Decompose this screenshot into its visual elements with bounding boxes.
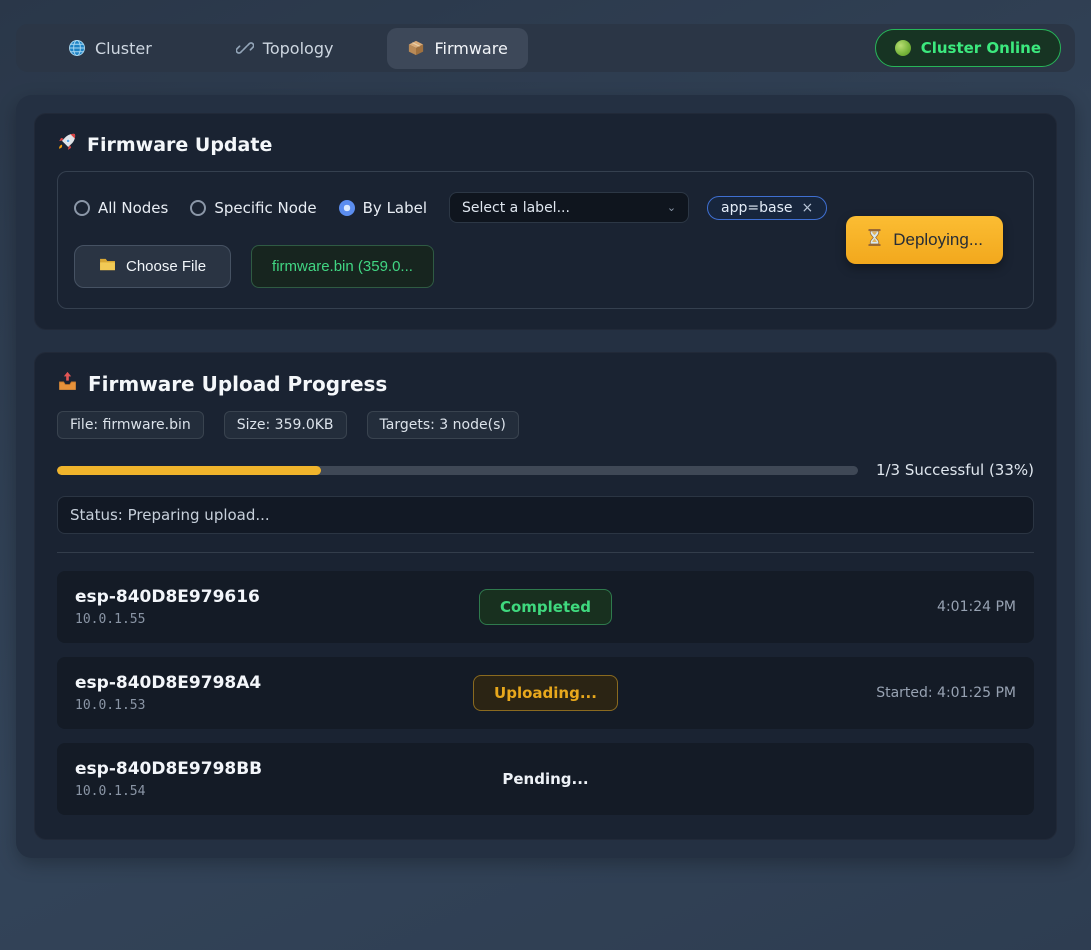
meta-file: File: firmware.bin <box>57 411 204 439</box>
deploy-button-label: Deploying... <box>893 230 983 250</box>
upload-meta: File: firmware.bin Size: 359.0KB Targets… <box>57 411 1034 439</box>
radio-icon <box>339 200 355 216</box>
upload-tray-icon <box>57 371 78 397</box>
cluster-online-label: Cluster Online <box>921 39 1041 57</box>
card-title-text: Firmware Update <box>87 134 272 156</box>
label-select-value: Select a label... <box>462 200 570 216</box>
nav-item-topology[interactable]: Topology <box>216 28 354 69</box>
node-info: esp-840D8E9798A4 10.0.1.53 <box>75 673 473 713</box>
selected-file-button[interactable]: firmware.bin (359.0... <box>251 245 434 288</box>
nav-item-firmware[interactable]: Firmware <box>387 28 527 69</box>
node-name: esp-840D8E9798BB <box>75 759 498 779</box>
firmware-update-card: Firmware Update All Nodes Specific Node … <box>34 113 1057 330</box>
upload-progress-title: Firmware Upload Progress <box>57 371 1034 397</box>
radio-icon <box>74 200 90 216</box>
node-ip: 10.0.1.54 <box>75 784 498 799</box>
package-icon <box>407 39 425 57</box>
cluster-online-badge[interactable]: Cluster Online <box>875 29 1061 67</box>
label-chip[interactable]: app=base × <box>707 196 827 220</box>
progress-fill <box>57 466 321 475</box>
status-box: Status: Preparing upload... <box>57 496 1034 534</box>
card-title-text: Firmware Upload Progress <box>88 372 387 396</box>
nav-item-label: Firmware <box>434 39 507 58</box>
firmware-update-form: All Nodes Specific Node By Label Select … <box>57 171 1034 309</box>
node-time: 4:01:24 PM <box>612 599 1016 615</box>
meta-targets: Targets: 3 node(s) <box>367 411 519 439</box>
choose-file-button[interactable]: Choose File <box>74 245 231 288</box>
meta-size: Size: 359.0KB <box>224 411 347 439</box>
link-icon <box>236 39 254 57</box>
node-row: esp-840D8E9798BB 10.0.1.54 Pending... <box>57 743 1034 815</box>
node-row: esp-840D8E9798A4 10.0.1.53 Uploading... … <box>57 657 1034 729</box>
node-name: esp-840D8E9798A4 <box>75 673 473 693</box>
node-ip: 10.0.1.55 <box>75 612 479 627</box>
nav-item-cluster[interactable]: Cluster <box>48 28 172 69</box>
label-chip-text: app=base <box>721 200 792 216</box>
status-badge: Completed <box>479 589 612 625</box>
status-badge: Uploading... <box>473 675 618 711</box>
radio-all-nodes[interactable]: All Nodes <box>74 199 168 217</box>
deploy-button[interactable]: Deploying... <box>846 216 1003 264</box>
node-info: esp-840D8E9798BB 10.0.1.54 <box>75 759 498 799</box>
main-container: Firmware Update All Nodes Specific Node … <box>16 95 1075 858</box>
radio-label: Specific Node <box>214 199 316 217</box>
nav-item-label: Topology <box>263 39 334 58</box>
progress-label: 1/3 Successful (33%) <box>876 461 1034 479</box>
node-info: esp-840D8E979616 10.0.1.55 <box>75 587 479 627</box>
radio-by-label[interactable]: By Label <box>339 199 427 217</box>
firmware-update-title: Firmware Update <box>57 132 1034 157</box>
progress-bar <box>57 466 858 475</box>
status-badge: Pending... <box>498 762 592 796</box>
node-ip: 10.0.1.53 <box>75 698 473 713</box>
folder-icon <box>99 257 116 276</box>
radio-icon <box>190 200 206 216</box>
nav-item-label: Cluster <box>95 39 152 58</box>
hourglass-icon <box>866 228 883 252</box>
selected-file-label: firmware.bin (359.0... <box>272 258 413 275</box>
chevron-down-icon: ⌄ <box>667 201 676 214</box>
globe-icon <box>68 39 86 57</box>
divider <box>57 552 1034 553</box>
navbar: Cluster Topology Firmware Cluster Online <box>16 24 1075 72</box>
node-time: Started: 4:01:25 PM <box>618 685 1016 701</box>
green-dot-icon <box>895 40 911 56</box>
remove-label-icon[interactable]: × <box>802 200 814 216</box>
radio-label: By Label <box>363 199 427 217</box>
label-select[interactable]: Select a label... ⌄ <box>449 192 689 223</box>
radio-label: All Nodes <box>98 199 168 217</box>
progress-row: 1/3 Successful (33%) <box>57 461 1034 479</box>
choose-file-label: Choose File <box>126 258 206 275</box>
upload-progress-card: Firmware Upload Progress File: firmware.… <box>34 352 1057 840</box>
node-name: esp-840D8E979616 <box>75 587 479 607</box>
radio-specific-node[interactable]: Specific Node <box>190 199 316 217</box>
node-row: esp-840D8E979616 10.0.1.55 Completed 4:0… <box>57 571 1034 643</box>
rocket-icon <box>57 132 77 157</box>
